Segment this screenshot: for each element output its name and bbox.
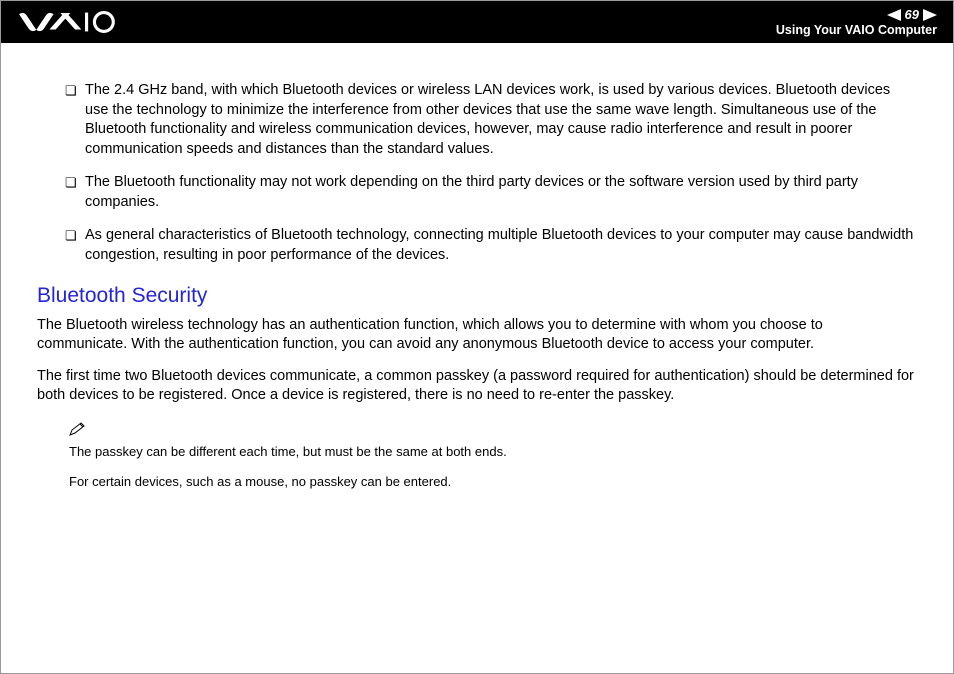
page-content: The 2.4 GHz band, with which Bluetooth d…	[1, 43, 953, 523]
list-item: The Bluetooth functionality may not work…	[65, 173, 917, 212]
vaio-logo	[19, 11, 129, 33]
note-text: The passkey can be different each time, …	[69, 443, 917, 461]
body-paragraph: The first time two Bluetooth devices com…	[37, 367, 917, 406]
bullet-list: The 2.4 GHz band, with which Bluetooth d…	[65, 81, 917, 266]
page-navigation: 69	[887, 7, 937, 22]
page-number: 69	[903, 7, 921, 22]
note-pencil-icon	[69, 422, 917, 441]
header-bar: 69 Using Your VAIO Computer	[1, 1, 953, 43]
list-item: The 2.4 GHz band, with which Bluetooth d…	[65, 81, 917, 159]
header-right: 69 Using Your VAIO Computer	[776, 7, 937, 37]
next-page-arrow-icon[interactable]	[923, 9, 937, 21]
list-item: As general characteristics of Bluetooth …	[65, 226, 917, 265]
note-block: The passkey can be different each time, …	[69, 422, 917, 491]
note-text: For certain devices, such as a mouse, no…	[69, 473, 917, 491]
header-subtitle: Using Your VAIO Computer	[776, 23, 937, 37]
prev-page-arrow-icon[interactable]	[887, 9, 901, 21]
body-paragraph: The Bluetooth wireless technology has an…	[37, 316, 917, 355]
section-heading: Bluetooth Security	[37, 284, 917, 308]
